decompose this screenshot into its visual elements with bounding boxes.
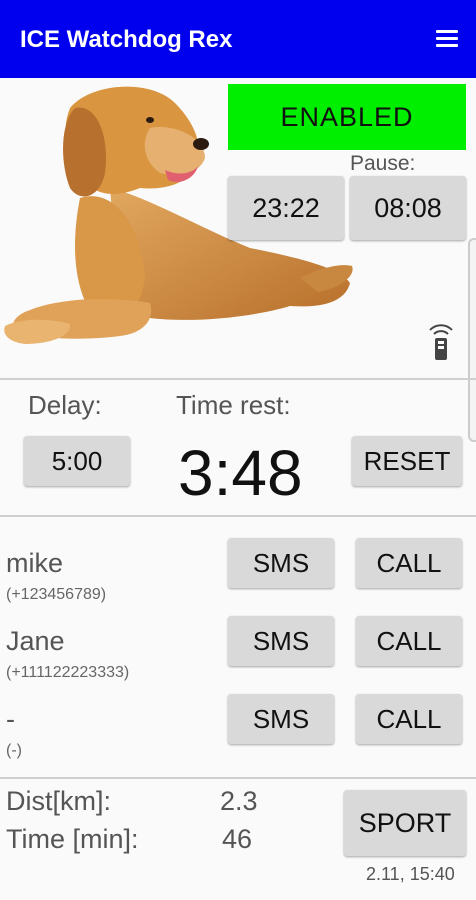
hamburger-menu-icon[interactable] <box>436 30 458 48</box>
divider <box>0 378 476 380</box>
time-rest-value: 3:48 <box>178 437 303 509</box>
contact-name: Jane <box>6 626 65 656</box>
app-bar: ICE Watchdog Rex <box>0 0 476 78</box>
sport-button[interactable]: SPORT <box>344 790 466 856</box>
contact-name: mike <box>6 548 64 578</box>
start-time-button[interactable]: 23:22 <box>228 176 344 240</box>
call-button[interactable]: CALL <box>356 538 462 588</box>
reset-button[interactable]: RESET <box>352 436 462 486</box>
sms-button[interactable]: SMS <box>228 538 334 588</box>
contact-name: - <box>6 704 15 734</box>
divider <box>0 777 476 779</box>
scroll-edge <box>468 238 476 442</box>
sms-button[interactable]: SMS <box>228 694 334 744</box>
app-title: ICE Watchdog Rex <box>20 26 233 53</box>
enabled-toggle-button[interactable]: ENABLED <box>228 84 466 150</box>
timestamp: 2.11, 15:40 <box>366 864 455 884</box>
pause-time-button[interactable]: 08:08 <box>350 176 466 240</box>
distance-value: 2.3 <box>220 786 258 816</box>
time-rest-label: Time rest: <box>176 390 291 420</box>
time-value: 46 <box>222 824 253 854</box>
remote-signal-icon[interactable] <box>426 320 456 362</box>
contact-number: (+123456789) <box>6 586 107 603</box>
pause-label: Pause: <box>350 152 416 175</box>
delay-label: Delay: <box>28 390 102 420</box>
sms-button[interactable]: SMS <box>228 616 334 666</box>
delay-button[interactable]: 5:00 <box>24 436 130 486</box>
call-button[interactable]: CALL <box>356 694 462 744</box>
contact-number: (+111122223333) <box>6 664 130 681</box>
divider <box>0 515 476 517</box>
call-button[interactable]: CALL <box>356 616 462 666</box>
distance-label: Dist[km]: <box>6 786 111 816</box>
contact-number: (-) <box>6 742 22 759</box>
time-label: Time [min]: <box>6 824 139 854</box>
